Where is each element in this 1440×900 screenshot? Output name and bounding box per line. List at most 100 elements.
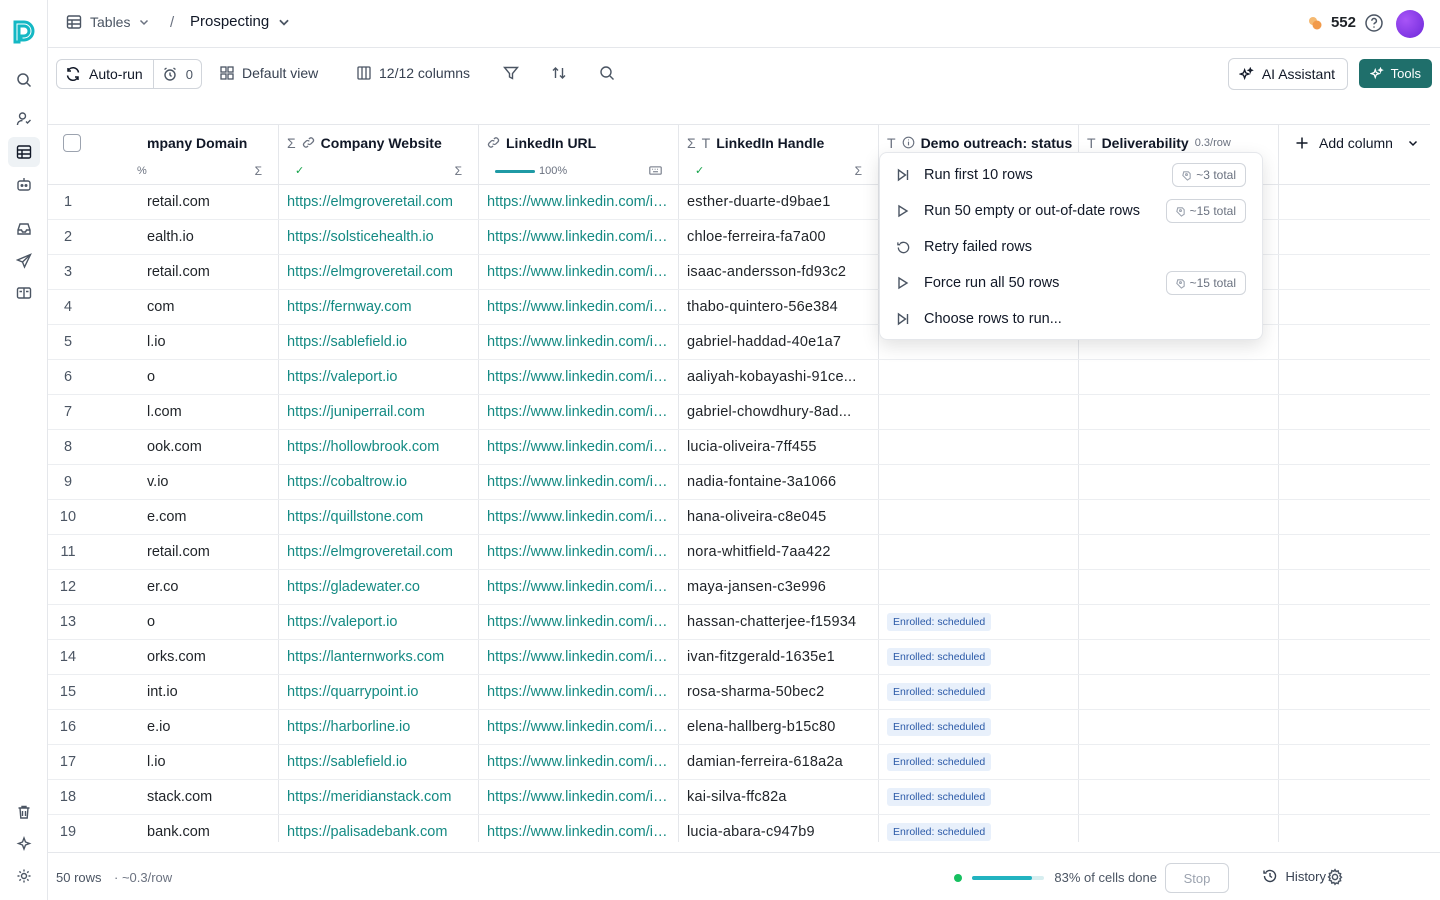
stop-button[interactable]: Stop bbox=[1165, 863, 1229, 893]
cell-linkedin-handle[interactable]: hana-oliveira-c8e045 bbox=[679, 500, 879, 535]
cell-company-domain[interactable]: v.io bbox=[147, 465, 279, 500]
breadcrumb-tables[interactable]: Tables bbox=[66, 14, 150, 30]
bot-icon[interactable] bbox=[12, 172, 36, 196]
table-row[interactable]: 10 e.com https://quillstone.com https://www… bbox=[48, 500, 1430, 535]
search-icon[interactable] bbox=[12, 68, 36, 92]
table-settings-icon[interactable] bbox=[1326, 868, 1344, 886]
trash-icon[interactable] bbox=[12, 800, 36, 824]
cell-deliverability[interactable] bbox=[1079, 675, 1279, 710]
cell-company-website[interactable]: https://cobaltrow.io bbox=[279, 465, 479, 500]
column-header-company-website[interactable]: Σ Company Website bbox=[279, 125, 478, 160]
cell-demo-outreach[interactable] bbox=[879, 360, 1079, 395]
cell-company-domain[interactable]: o bbox=[147, 605, 279, 640]
cell-deliverability[interactable] bbox=[1079, 780, 1279, 815]
ai-assistant-button[interactable]: AI Assistant bbox=[1227, 58, 1348, 90]
cell-company-website[interactable]: https://lanternworks.com bbox=[279, 640, 479, 675]
cell-deliverability[interactable] bbox=[1079, 605, 1279, 640]
cell-company-website[interactable]: https://quillstone.com bbox=[279, 500, 479, 535]
cell-company-domain[interactable]: bank.com bbox=[147, 815, 279, 842]
cell-company-website[interactable]: https://palisadebank.com bbox=[279, 815, 479, 842]
cell-company-website[interactable]: https://gladewater.co bbox=[279, 570, 479, 605]
table-row[interactable]: 8 ook.com https://hollowbrook.com https://w… bbox=[48, 430, 1430, 465]
filter-icon[interactable] bbox=[503, 65, 519, 81]
cell-linkedin-handle[interactable]: gabriel-chowdhury-8ad... bbox=[679, 395, 879, 430]
column-header-linkedin-url[interactable]: LinkedIn URL bbox=[479, 125, 678, 160]
cell-linkedin-handle[interactable]: chloe-ferreira-fa7a00 bbox=[679, 220, 879, 255]
cell-demo-outreach[interactable] bbox=[879, 535, 1079, 570]
table-row[interactable]: 14 orks.com https://lanternworks.com https:… bbox=[48, 640, 1430, 675]
table-row[interactable]: 15 int.io https://quarrypoint.io https://ww… bbox=[48, 675, 1430, 710]
table-row[interactable]: 6 o https://valeport.io https://www.linkedi… bbox=[48, 360, 1430, 395]
cell-company-domain[interactable]: l.io bbox=[147, 325, 279, 360]
cell-demo-outreach[interactable] bbox=[879, 500, 1079, 535]
cell-linkedin-url[interactable]: https://www.linkedin.com/in/hassan-chatt… bbox=[479, 605, 679, 640]
cell-demo-outreach[interactable] bbox=[879, 430, 1079, 465]
cell-linkedin-handle[interactable]: damian-ferreira-618a2a bbox=[679, 745, 879, 780]
inbox-icon[interactable] bbox=[12, 217, 36, 241]
cell-company-domain[interactable]: e.com bbox=[147, 500, 279, 535]
cell-linkedin-url[interactable]: https://www.linkedin.com/in/isaac-anders… bbox=[479, 255, 679, 290]
cell-demo-outreach[interactable]: Enrolled: scheduled bbox=[879, 710, 1079, 745]
cell-linkedin-handle[interactable]: nora-whitfield-7aa422 bbox=[679, 535, 879, 570]
cell-deliverability[interactable] bbox=[1079, 815, 1279, 842]
cell-company-website[interactable]: https://elmgroveretail.com bbox=[279, 185, 479, 220]
table-row[interactable]: 17 l.io https://sablefield.io https://www.l… bbox=[48, 745, 1430, 780]
cell-linkedin-handle[interactable]: ivan-fitzgerald-1635e1 bbox=[679, 640, 879, 675]
avatar[interactable] bbox=[1396, 10, 1424, 38]
table-row[interactable]: 9 v.io https://cobaltrow.io https://www.lin… bbox=[48, 465, 1430, 500]
cell-linkedin-url[interactable]: https://www.linkedin.com/in/aaliyah-koba… bbox=[479, 360, 679, 395]
cell-company-domain[interactable]: o bbox=[147, 360, 279, 395]
cell-company-website[interactable]: https://sablefield.io bbox=[279, 745, 479, 780]
column-header-linkedin-handle[interactable]: Σ T LinkedIn Handle bbox=[679, 125, 878, 160]
cell-demo-outreach[interactable]: Enrolled: scheduled bbox=[879, 605, 1079, 640]
cell-linkedin-url[interactable]: https://www.linkedin.com/in/nora-whitfie… bbox=[479, 535, 679, 570]
sigma-icon[interactable]: Σ bbox=[855, 164, 862, 178]
column-header-company-domain[interactable]: mpany Domain bbox=[147, 125, 278, 160]
keyboard-icon[interactable] bbox=[649, 164, 662, 177]
cell-company-website[interactable]: https://meridianstack.com bbox=[279, 780, 479, 815]
search-icon[interactable] bbox=[599, 65, 615, 81]
add-column-button[interactable]: Add column bbox=[1279, 125, 1430, 160]
app-logo[interactable] bbox=[10, 18, 38, 46]
run-menu-item[interactable]: Force run all 50 rows ~15 total bbox=[880, 265, 1262, 301]
cell-deliverability[interactable] bbox=[1079, 500, 1279, 535]
cell-linkedin-url[interactable]: https://www.linkedin.com/in/thabo-quinte… bbox=[479, 290, 679, 325]
cell-deliverability[interactable] bbox=[1079, 535, 1279, 570]
run-menu-item[interactable]: Run first 10 rows ~3 total bbox=[880, 157, 1262, 193]
cell-demo-outreach[interactable] bbox=[879, 465, 1079, 500]
cell-company-website[interactable]: https://valeport.io bbox=[279, 605, 479, 640]
cell-demo-outreach[interactable] bbox=[879, 570, 1079, 605]
cell-company-domain[interactable]: com bbox=[147, 290, 279, 325]
table-row[interactable]: 18 stack.com https://meridianstack.com http… bbox=[48, 780, 1430, 815]
cell-linkedin-url[interactable]: https://www.linkedin.com/in/damian-ferre… bbox=[479, 745, 679, 780]
id-card-icon[interactable] bbox=[12, 281, 36, 305]
breadcrumb-page[interactable]: Prospecting bbox=[190, 13, 291, 30]
send-icon[interactable] bbox=[12, 249, 36, 273]
cell-linkedin-handle[interactable]: esther-duarte-d9bae1 bbox=[679, 185, 879, 220]
cell-demo-outreach[interactable]: Enrolled: scheduled bbox=[879, 815, 1079, 842]
cell-linkedin-url[interactable]: https://www.linkedin.com/in/hana-oliveir… bbox=[479, 500, 679, 535]
settings-icon[interactable] bbox=[12, 864, 36, 888]
cell-linkedin-handle[interactable]: lucia-oliveira-7ff455 bbox=[679, 430, 879, 465]
cell-company-website[interactable]: https://juniperrail.com bbox=[279, 395, 479, 430]
cell-linkedin-handle[interactable]: nadia-fontaine-3a1066 bbox=[679, 465, 879, 500]
cell-company-domain[interactable]: ook.com bbox=[147, 430, 279, 465]
cell-linkedin-handle[interactable]: thabo-quintero-56e384 bbox=[679, 290, 879, 325]
table-row[interactable]: 11 retail.com https://elmgroveretail.com ht… bbox=[48, 535, 1430, 570]
tools-button[interactable]: Tools bbox=[1358, 59, 1432, 88]
select-all-checkbox[interactable] bbox=[63, 134, 81, 152]
table-row[interactable]: 13 o https://valeport.io https://www.linked… bbox=[48, 605, 1430, 640]
credits-display[interactable]: 552 bbox=[1307, 14, 1356, 31]
cell-demo-outreach[interactable]: Enrolled: scheduled bbox=[879, 780, 1079, 815]
cell-deliverability[interactable] bbox=[1079, 465, 1279, 500]
cell-company-website[interactable]: https://fernway.com bbox=[279, 290, 479, 325]
cell-company-website[interactable]: https://harborline.io bbox=[279, 710, 479, 745]
run-menu-item[interactable]: Choose rows to run... bbox=[880, 301, 1262, 337]
cell-linkedin-url[interactable]: https://www.linkedin.com/in/elena-hallbe… bbox=[479, 710, 679, 745]
cell-demo-outreach[interactable] bbox=[879, 395, 1079, 430]
cell-demo-outreach[interactable]: Enrolled: scheduled bbox=[879, 640, 1079, 675]
cell-deliverability[interactable] bbox=[1079, 745, 1279, 780]
cell-company-domain[interactable]: retail.com bbox=[147, 535, 279, 570]
cell-deliverability[interactable] bbox=[1079, 710, 1279, 745]
cell-linkedin-handle[interactable]: lucia-abara-c947b9 bbox=[679, 815, 879, 842]
